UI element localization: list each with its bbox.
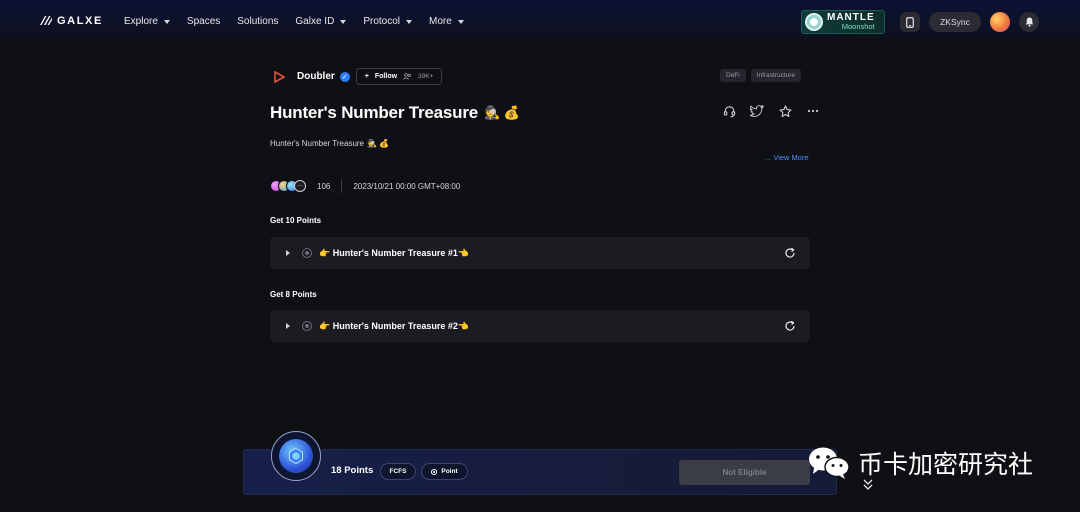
mantle-text: MANTLE Moonshot xyxy=(827,13,875,31)
expand-arrow-icon[interactable] xyxy=(286,323,290,329)
support-button[interactable] xyxy=(722,104,736,118)
nav-spaces[interactable]: Spaces xyxy=(187,16,220,27)
more-options-button[interactable] xyxy=(806,104,820,118)
scroll-down-icon[interactable] xyxy=(862,478,874,492)
nav-galxe-id[interactable]: Galxe ID xyxy=(295,16,347,27)
space-header: Doubler ✓ + Follow 39K+ xyxy=(273,68,443,85)
watermark-text: 币卡加密研究社 xyxy=(858,450,1034,479)
doubler-logo-icon[interactable] xyxy=(273,70,285,83)
follower-count: 39K+ xyxy=(418,73,434,80)
campaign-description: Hunter's Number Treasure 🕵️ 💰 xyxy=(270,139,389,148)
plus-icon: + xyxy=(364,73,369,80)
description-text: Hunter's Number Treasure xyxy=(270,139,365,148)
galxe-logo-icon xyxy=(40,16,52,25)
total-points: 18 Points xyxy=(331,465,374,476)
nav-solutions[interactable]: Solutions xyxy=(237,16,278,27)
headset-icon xyxy=(723,105,735,117)
nav-protocol-label: Protocol xyxy=(363,16,400,27)
mantle-subtitle: Moonshot xyxy=(841,22,875,32)
point-icon xyxy=(431,468,438,475)
refresh-icon[interactable] xyxy=(784,320,796,332)
nav-more[interactable]: More xyxy=(429,16,464,27)
task-row-1[interactable]: 👉 Hunter's Number Treasure #1👈 xyxy=(270,237,810,269)
divider xyxy=(341,179,343,193)
not-eligible-button[interactable]: Not Eligible xyxy=(679,460,810,485)
nav-protocol[interactable]: Protocol xyxy=(363,16,412,27)
twitter-icon xyxy=(750,105,764,117)
task-status-icon xyxy=(302,248,312,258)
more-participants-icon: ··· xyxy=(294,180,306,192)
hexagon-icon xyxy=(289,447,303,465)
follow-button[interactable]: + Follow 39K+ xyxy=(355,68,443,85)
campaign-title: Hunter's Number Treasure 🕵️ 💰 xyxy=(270,103,520,123)
reward-badge xyxy=(271,431,321,481)
fcfs-pill: FCFS xyxy=(380,463,416,480)
participant-count: 106 xyxy=(317,181,331,191)
mantle-logo-icon xyxy=(805,13,823,31)
wechat-watermark: 币卡加密研究社 xyxy=(808,445,1033,481)
galxe-logo[interactable]: GALXE xyxy=(40,15,103,27)
mantle-moonshot-banner[interactable]: MANTLE Moonshot xyxy=(801,10,885,34)
space-name[interactable]: Doubler xyxy=(297,71,335,82)
chevron-down-icon xyxy=(163,19,170,24)
main-nav: Explore Spaces Solutions Galxe ID Protoc… xyxy=(124,16,481,27)
network-selector[interactable]: ZKSync xyxy=(929,12,981,32)
nav-spaces-label: Spaces xyxy=(186,16,221,27)
follow-label: Follow xyxy=(374,73,398,80)
space-tags: DeFi Infrastructure xyxy=(720,69,802,82)
refresh-icon[interactable] xyxy=(784,247,796,259)
task-label: 👉 Hunter's Number Treasure #1👈 xyxy=(319,247,470,258)
notifications-button[interactable] xyxy=(1019,12,1039,32)
points-badge-icon xyxy=(279,439,313,473)
task-label: 👉 Hunter's Number Treasure #2👈 xyxy=(319,320,470,331)
chevron-down-icon xyxy=(340,19,347,24)
phone-icon xyxy=(906,16,914,28)
task-row-2[interactable]: 👉 Hunter's Number Treasure #2👈 xyxy=(270,310,810,342)
nav-explore[interactable]: Explore xyxy=(124,16,170,27)
logo-text: GALXE xyxy=(57,15,103,27)
campaign-meta: ··· 106 2023/10/21 00:00 GMT+08:00 xyxy=(270,179,460,193)
user-avatar[interactable] xyxy=(990,12,1010,32)
more-horizontal-icon xyxy=(807,109,819,113)
followers-icon xyxy=(403,73,411,80)
section-label-10-points: Get 10 Points xyxy=(270,216,322,225)
campaign-date: 2023/10/21 00:00 GMT+08:00 xyxy=(353,181,461,191)
title-emojis: 🕵️ 💰 xyxy=(484,105,520,120)
point-label: Point xyxy=(441,468,458,475)
nav-explore-label: Explore xyxy=(124,16,158,27)
participant-avatars[interactable]: ··· xyxy=(270,180,306,192)
campaign-actions xyxy=(722,104,820,118)
expand-arrow-icon[interactable] xyxy=(286,250,290,256)
nav-solutions-label: Solutions xyxy=(237,16,279,27)
fcfs-label: FCFS xyxy=(389,468,407,475)
campaign-title-text: Hunter's Number Treasure xyxy=(270,103,479,122)
bell-icon xyxy=(1025,17,1033,27)
description-emojis: 🕵️ 💰 xyxy=(367,139,390,148)
mobile-app-button[interactable] xyxy=(900,12,920,32)
chevron-down-icon xyxy=(406,19,412,24)
point-pill: Point xyxy=(421,463,468,480)
wechat-icon xyxy=(809,447,850,479)
chevron-down-icon xyxy=(457,19,464,24)
tag-infrastructure[interactable]: Infrastructure xyxy=(750,69,802,82)
task-status-icon xyxy=(302,321,312,331)
verified-check-icon: ✓ xyxy=(339,71,350,82)
nav-galxe-id-label: Galxe ID xyxy=(295,16,335,27)
top-navigation-bar: GALXE Explore Spaces Solutions Galxe ID … xyxy=(0,0,1080,44)
tag-defi[interactable]: DeFi xyxy=(720,69,746,82)
favorite-button[interactable] xyxy=(778,104,792,118)
view-more-link[interactable]: ... View More xyxy=(765,153,809,162)
section-label-8-points: Get 8 Points xyxy=(270,290,317,299)
star-icon xyxy=(778,104,792,117)
share-twitter-button[interactable] xyxy=(750,104,764,118)
nav-more-label: More xyxy=(429,16,452,27)
